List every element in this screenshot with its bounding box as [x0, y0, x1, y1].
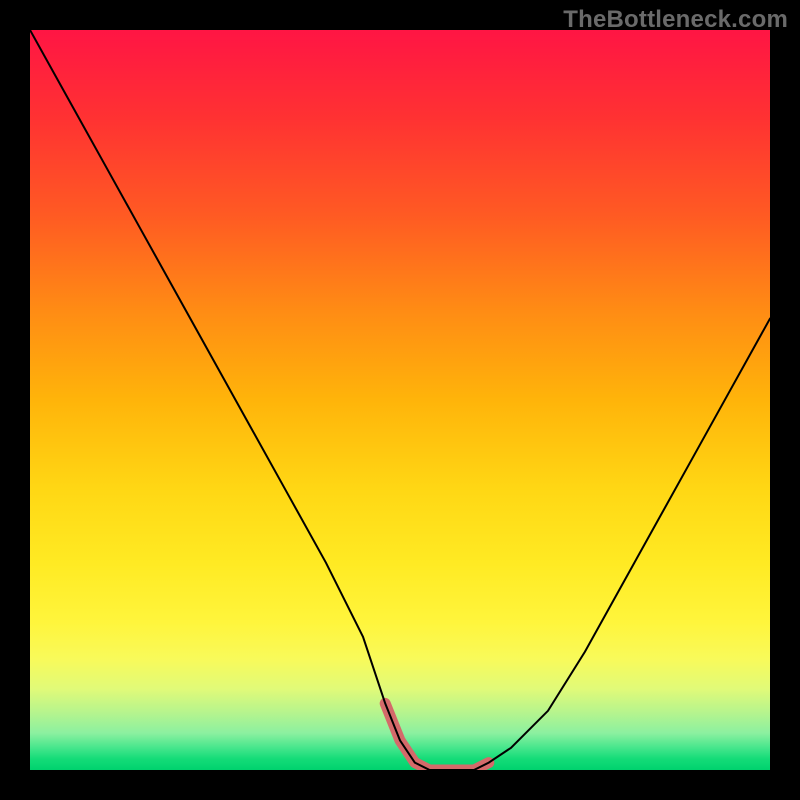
- watermark-text: TheBottleneck.com: [563, 6, 788, 34]
- plot-area: [30, 30, 770, 770]
- chart-svg: [30, 30, 770, 770]
- chart-frame: TheBottleneck.com: [0, 0, 800, 800]
- bottleneck-curve: [30, 30, 770, 770]
- highlight-segment: [385, 703, 489, 770]
